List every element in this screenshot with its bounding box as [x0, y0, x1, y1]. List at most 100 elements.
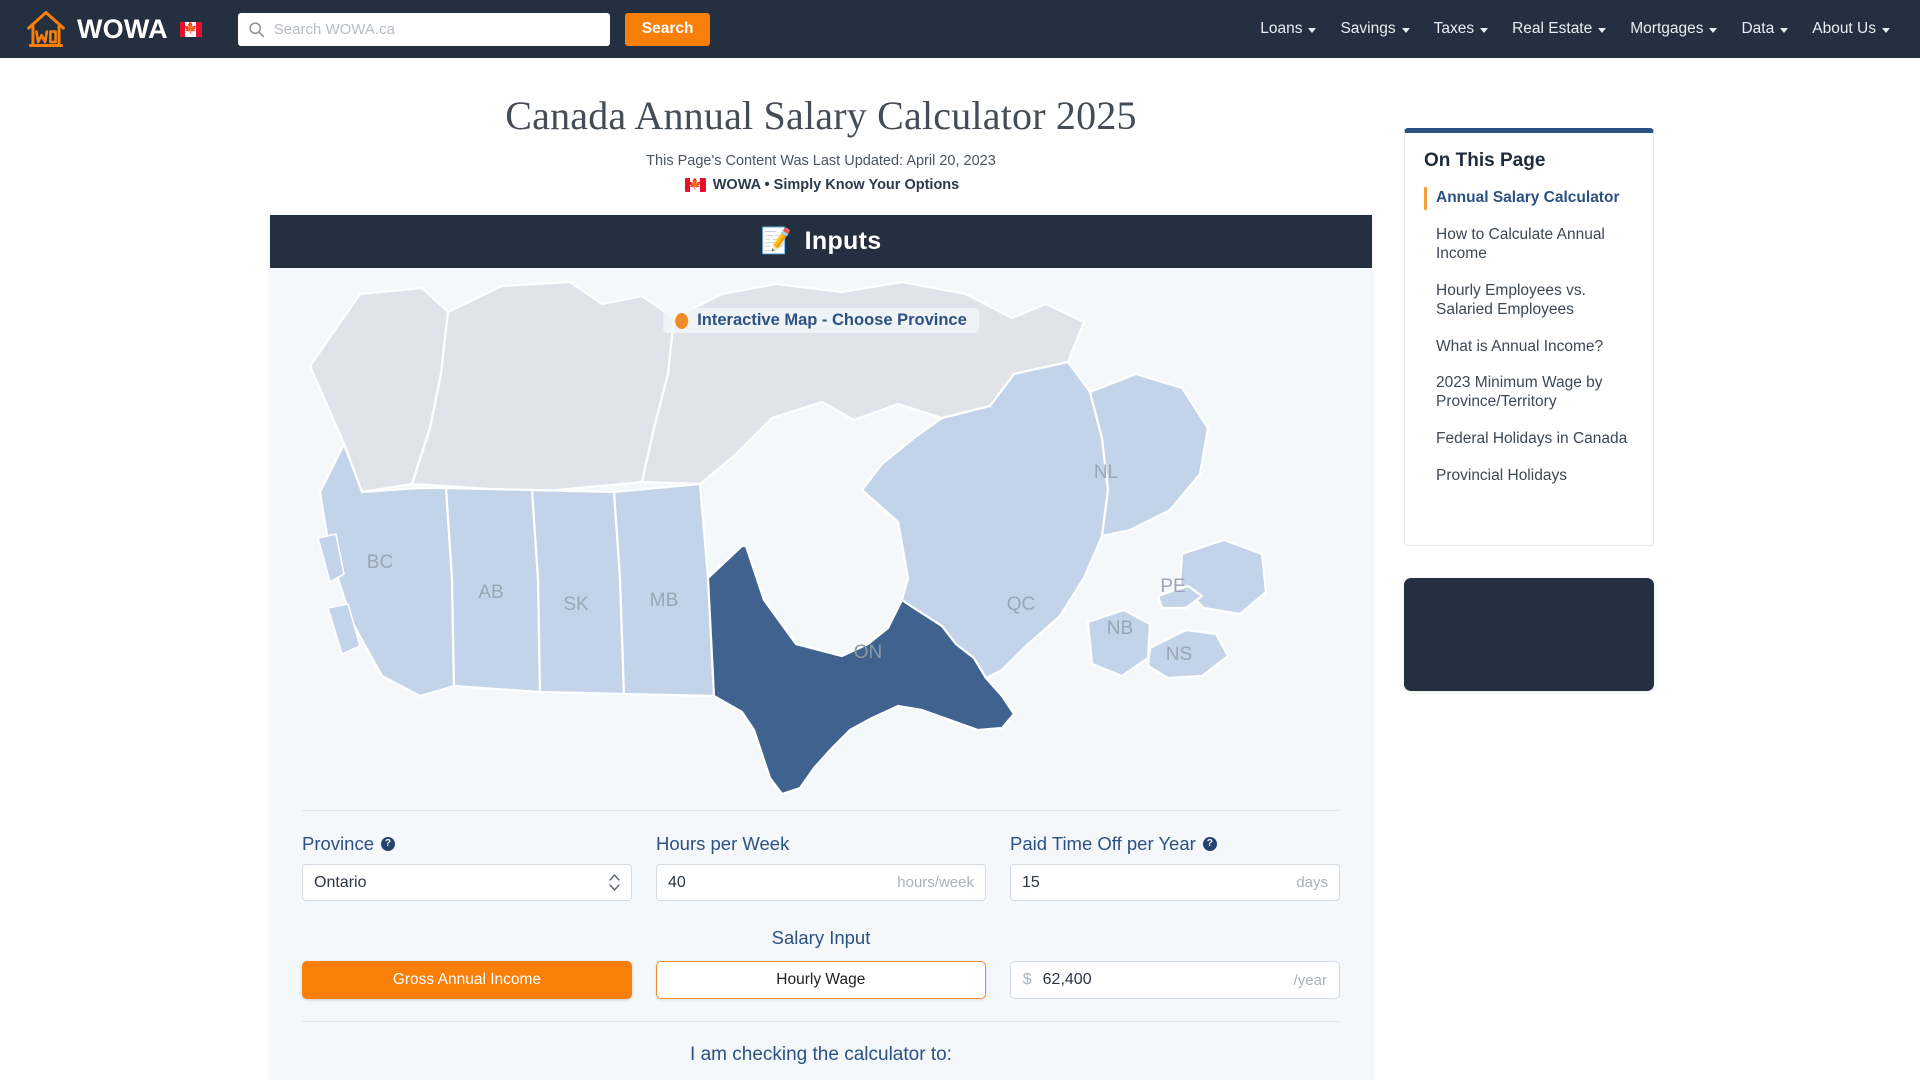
- salary-amount-control[interactable]: $ /year: [1009, 961, 1340, 999]
- house-wow-logo-icon: [27, 11, 65, 47]
- map-label-sk: SK: [563, 594, 589, 615]
- salary-input-row: Gross Annual Income Hourly Wage $ /year: [270, 949, 1372, 999]
- search-button[interactable]: Search: [624, 12, 711, 46]
- top-navigation-bar: WOWA 🍁 Search Loans Savings Taxes Real E…: [0, 0, 1920, 58]
- page-body: Canada Annual Salary Calculator 2025 Thi…: [0, 58, 1920, 1080]
- input-fields-row: Province ? Ontario Hours per Week 40 hou…: [270, 811, 1372, 901]
- last-updated-text: This Page's Content Was Last Updated: Ap…: [646, 153, 996, 169]
- nav-item-label: Taxes: [1433, 20, 1475, 37]
- salary-amount-input[interactable]: [1042, 971, 1283, 989]
- hours-per-week-label-text: Hours per Week: [656, 833, 790, 854]
- help-icon[interactable]: ?: [1202, 837, 1217, 851]
- toc-item-minimum-wage[interactable]: 2023 Minimum Wage by Province/Territory: [1405, 365, 1653, 421]
- sidebar-promo-placeholder[interactable]: [1404, 578, 1654, 691]
- brand-tagline-text: WOWA • Simply Know Your Options: [712, 177, 960, 193]
- province-label: Province ?: [302, 833, 632, 855]
- memo-icon: 📝: [760, 227, 792, 255]
- stepper-arrows-icon[interactable]: [609, 874, 620, 891]
- salary-input-title: Salary Input: [771, 927, 871, 948]
- hours-per-week-control[interactable]: hours/week: [656, 864, 986, 901]
- nav-item-real-estate[interactable]: Real Estate: [1512, 20, 1607, 38]
- page-title: Canada Annual Salary Calculator 2025: [505, 93, 1137, 138]
- search-input[interactable]: [273, 20, 600, 38]
- right-sidebar: On This Page Annual Salary Calculator Ho…: [1404, 128, 1654, 691]
- nav-item-label: Savings: [1340, 20, 1396, 37]
- province-label-text: Province: [302, 833, 374, 854]
- paid-time-off-input[interactable]: [1022, 873, 1297, 892]
- nav-item-label: About Us: [1812, 20, 1876, 37]
- search-icon: [249, 21, 264, 37]
- paid-time-off-unit: days: [1296, 874, 1328, 891]
- map-label-pe: PE: [1160, 576, 1185, 597]
- paid-time-off-control[interactable]: days: [1010, 864, 1340, 901]
- nav-item-label: Data: [1741, 20, 1775, 37]
- brand-name: WOWA: [77, 13, 168, 44]
- hourly-wage-toggle[interactable]: Hourly Wage: [655, 961, 986, 999]
- canada-flag-icon: 🍁: [179, 21, 202, 37]
- province-selected-value: Ontario: [314, 873, 367, 891]
- province-select[interactable]: Ontario: [302, 864, 632, 901]
- chevron-down-icon: [1780, 28, 1789, 33]
- chevron-down-icon: [1882, 28, 1890, 33]
- interactive-map-badge-label: Interactive Map - Choose Province: [697, 311, 967, 329]
- toc-item-how-to-calculate-annual-income[interactable]: How to Calculate Annual Income: [1405, 217, 1653, 273]
- salary-period-unit: /year: [1293, 971, 1327, 989]
- brand-tagline: 🍁 WOWA • Simply Know Your Options: [270, 177, 1372, 193]
- nav-item-label: Real Estate: [1512, 20, 1593, 37]
- province-map-region: Interactive Map - Choose Province BC AB …: [270, 268, 1372, 798]
- on-this-page-title: On This Page: [1424, 150, 1546, 171]
- nav-item-savings[interactable]: Savings: [1340, 20, 1410, 38]
- nav-item-loans[interactable]: Loans: [1260, 20, 1317, 38]
- chevron-down-icon: [1308, 28, 1317, 33]
- map-region-nt[interactable]: [410, 280, 676, 494]
- calculator-header-title: Inputs: [804, 227, 882, 255]
- main-menu: Loans Savings Taxes Real Estate Mortgage…: [1260, 20, 1898, 38]
- gross-annual-income-toggle[interactable]: Gross Annual Income: [302, 961, 632, 999]
- orange-dot-icon: [675, 312, 689, 329]
- nav-item-data[interactable]: Data: [1741, 20, 1789, 38]
- search-area: Search: [237, 12, 711, 46]
- map-label-ns: NS: [1166, 644, 1192, 665]
- toc-item-provincial-holidays[interactable]: Provincial Holidays: [1405, 458, 1653, 495]
- calculator-header: 📝 Inputs: [270, 215, 1372, 268]
- calculator-card: 📝 Inputs Interactive Map - Choose Provin…: [270, 215, 1372, 1080]
- canada-flag-icon: 🍁: [684, 178, 706, 192]
- province-field: Province ? Ontario: [302, 833, 632, 901]
- toc-item-hourly-vs-salaried[interactable]: Hourly Employees vs. Salaried Employees: [1405, 273, 1653, 329]
- paid-time-off-label-text: Paid Time Off per Year: [1010, 833, 1196, 854]
- map-region-sk[interactable]: [530, 488, 626, 696]
- map-label-on: ON: [854, 642, 883, 663]
- paid-time-off-label: Paid Time Off per Year ?: [1010, 833, 1340, 855]
- canada-province-map[interactable]: BC AB SK MB ON QC NL PE NB NS: [302, 278, 1340, 798]
- nav-item-label: Loans: [1260, 20, 1303, 37]
- toc-item-federal-holidays[interactable]: Federal Holidays in Canada: [1405, 421, 1653, 458]
- brand-logo-link[interactable]: WOWA 🍁: [22, 9, 202, 49]
- toc-item-annual-salary-calculator[interactable]: Annual Salary Calculator: [1405, 180, 1653, 217]
- on-this-page-list: Annual Salary Calculator How to Calculat…: [1405, 176, 1653, 495]
- map-label-bc: BC: [367, 552, 393, 573]
- map-region-nl[interactable]: [1088, 372, 1210, 538]
- help-icon[interactable]: ?: [380, 837, 395, 851]
- main-content-column: Canada Annual Salary Calculator 2025 Thi…: [270, 58, 1372, 1080]
- map-label-ab: AB: [478, 582, 503, 603]
- nav-item-mortgages[interactable]: Mortgages: [1630, 20, 1718, 38]
- nav-item-label: Mortgages: [1630, 20, 1704, 37]
- divider: [302, 1021, 1340, 1022]
- hours-per-week-field: Hours per Week hours/week: [656, 833, 986, 901]
- nav-item-about-us[interactable]: About Us: [1812, 20, 1890, 38]
- chevron-down-icon: [1598, 28, 1607, 33]
- map-label-nl: NL: [1094, 462, 1118, 483]
- nav-item-taxes[interactable]: Taxes: [1434, 20, 1489, 38]
- currency-symbol: $: [1022, 971, 1032, 988]
- chevron-down-icon: [1480, 28, 1489, 33]
- map-label-mb: MB: [650, 590, 679, 611]
- map-label-qc: QC: [1007, 594, 1036, 615]
- on-this-page-panel: On This Page Annual Salary Calculator Ho…: [1404, 128, 1654, 546]
- toc-item-what-is-annual-income[interactable]: What is Annual Income?: [1405, 329, 1653, 366]
- chevron-down-icon: [1401, 28, 1410, 33]
- hours-per-week-label: Hours per Week: [656, 833, 986, 855]
- paid-time-off-field: Paid Time Off per Year ? days: [1010, 833, 1340, 901]
- search-box[interactable]: [237, 12, 610, 46]
- hours-per-week-input[interactable]: [668, 873, 898, 892]
- map-label-nb: NB: [1107, 618, 1133, 639]
